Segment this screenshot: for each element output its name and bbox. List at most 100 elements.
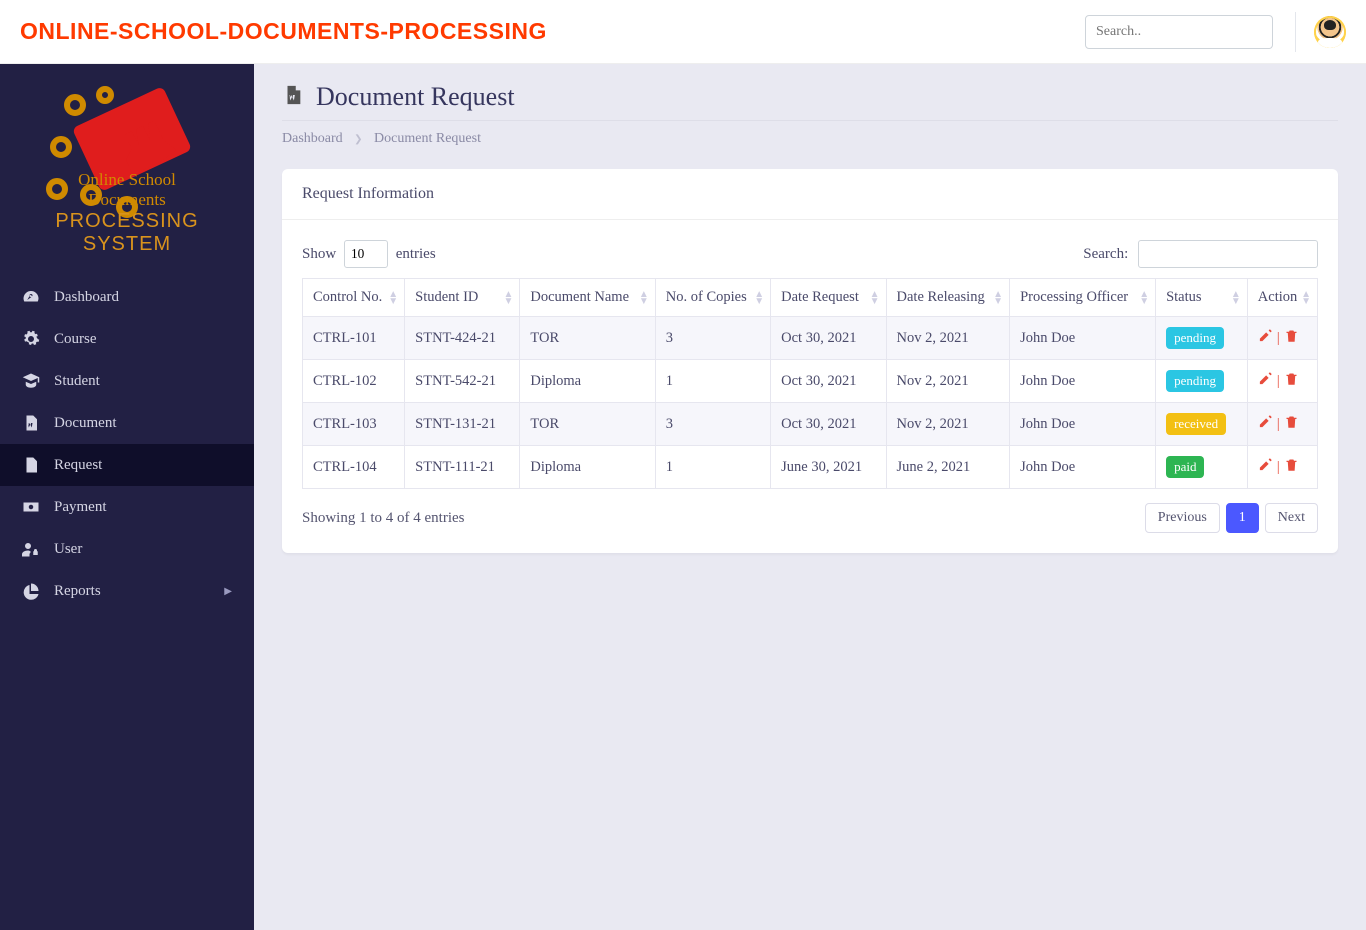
- table-cell: CTRL-102: [303, 360, 405, 403]
- column-header-label: Date Request: [781, 289, 859, 305]
- table-row: CTRL-103STNT-131-21TOR3Oct 30, 2021Nov 2…: [303, 403, 1318, 446]
- table-cell: Diploma: [520, 446, 655, 489]
- table-cell: John Doe: [1010, 360, 1156, 403]
- length-prefix: Show: [302, 246, 336, 262]
- column-header[interactable]: Processing Officer▲▼: [1010, 279, 1156, 317]
- sidebar-logo: Online School Documents PROCESSING SYSTE…: [0, 76, 254, 276]
- table-cell: CTRL-103: [303, 403, 405, 446]
- length-input[interactable]: [344, 240, 388, 268]
- table-cell: John Doe: [1010, 446, 1156, 489]
- sidebar-item-document[interactable]: Document: [0, 402, 254, 444]
- pagination-page-1[interactable]: 1: [1226, 503, 1259, 533]
- edit-icon[interactable]: [1258, 328, 1273, 348]
- table-row: CTRL-102STNT-542-21Diploma1Oct 30, 2021N…: [303, 360, 1318, 403]
- table-cell: 1: [655, 446, 770, 489]
- table-cell: Nov 2, 2021: [886, 360, 1010, 403]
- table-cell: Oct 30, 2021: [771, 403, 886, 446]
- sidebar-item-label: User: [54, 541, 82, 558]
- breadcrumb-current: Document Request: [374, 131, 481, 146]
- sidebar-item-label: Dashboard: [54, 289, 119, 306]
- table-row: CTRL-101STNT-424-21TOR3Oct 30, 2021Nov 2…: [303, 317, 1318, 360]
- column-header[interactable]: Status▲▼: [1156, 279, 1248, 317]
- card-title: Request Information: [282, 169, 1338, 220]
- money-icon: [22, 498, 40, 516]
- sidebar-item-payment[interactable]: Payment: [0, 486, 254, 528]
- status-badge: pending: [1166, 370, 1224, 392]
- status-cell: received: [1156, 403, 1248, 446]
- global-search-input[interactable]: [1085, 15, 1273, 49]
- breadcrumb-root[interactable]: Dashboard: [282, 131, 343, 146]
- status-badge: received: [1166, 413, 1226, 435]
- delete-icon[interactable]: [1284, 457, 1299, 477]
- sidebar-item-label: Payment: [54, 499, 107, 516]
- sort-icon: ▲▼: [1231, 291, 1241, 305]
- logo-text-line2: PROCESSING SYSTEM: [42, 210, 212, 256]
- table-length-control: Show entries: [302, 240, 436, 268]
- table-cell: STNT-424-21: [405, 317, 520, 360]
- delete-icon[interactable]: [1284, 371, 1299, 391]
- column-header[interactable]: Control No.▲▼: [303, 279, 405, 317]
- action-cell: |: [1247, 403, 1317, 446]
- edit-icon[interactable]: [1258, 457, 1273, 477]
- main-content: Document Request Dashboard ❯ Document Re…: [254, 64, 1366, 930]
- table-cell: Oct 30, 2021: [771, 360, 886, 403]
- table-cell: John Doe: [1010, 317, 1156, 360]
- request-card: Request Information Show entries Search:: [282, 169, 1338, 553]
- sidebar-item-label: Course: [54, 331, 97, 348]
- sidebar-item-label: Document: [54, 415, 116, 432]
- column-header[interactable]: Document Name▲▼: [520, 279, 655, 317]
- table-cell: Nov 2, 2021: [886, 317, 1010, 360]
- sort-icon: ▲▼: [754, 291, 764, 305]
- table-cell: CTRL-104: [303, 446, 405, 489]
- column-header[interactable]: Date Request ▲▼: [771, 279, 886, 317]
- table-cell: STNT-131-21: [405, 403, 520, 446]
- sidebar-item-request[interactable]: Request: [0, 444, 254, 486]
- topbar-divider: [1295, 12, 1296, 52]
- sort-icon: ▲▼: [993, 291, 1003, 305]
- pagination-next[interactable]: Next: [1265, 503, 1318, 533]
- brand-title: ONLINE-SCHOOL-DOCUMENTS-PROCESSING: [20, 18, 547, 45]
- column-header-label: Student ID: [415, 289, 478, 305]
- pagination-prev[interactable]: Previous: [1145, 503, 1220, 533]
- users-lock-icon: [22, 540, 40, 558]
- sidebar-item-student[interactable]: Student: [0, 360, 254, 402]
- status-cell: pending: [1156, 360, 1248, 403]
- sort-icon: ▲▼: [870, 291, 880, 305]
- delete-icon[interactable]: [1284, 414, 1299, 434]
- table-search-input[interactable]: [1138, 240, 1318, 268]
- column-header-label: Date Releasing: [897, 289, 985, 305]
- delete-icon[interactable]: [1284, 328, 1299, 348]
- table-cell: STNT-111-21: [405, 446, 520, 489]
- sidebar-item-user[interactable]: User: [0, 528, 254, 570]
- action-divider: |: [1277, 330, 1280, 347]
- edit-icon[interactable]: [1258, 414, 1273, 434]
- sidebar-item-course[interactable]: Course: [0, 318, 254, 360]
- action-divider: |: [1277, 416, 1280, 433]
- table-cell: TOR: [520, 403, 655, 446]
- file-icon: [22, 456, 40, 474]
- table-search-control: Search:: [1083, 240, 1318, 268]
- sidebar-item-dashboard[interactable]: Dashboard: [0, 276, 254, 318]
- column-header-label: Document Name: [530, 289, 629, 305]
- column-header[interactable]: Date Releasing ▲▼: [886, 279, 1010, 317]
- table-cell: 3: [655, 403, 770, 446]
- table-cell: TOR: [520, 317, 655, 360]
- user-avatar[interactable]: [1314, 16, 1346, 48]
- column-header[interactable]: Action▲▼: [1247, 279, 1317, 317]
- table-cell: June 2, 2021: [886, 446, 1010, 489]
- file-word-icon: [22, 414, 40, 432]
- column-header[interactable]: Student ID▲▼: [405, 279, 520, 317]
- action-divider: |: [1277, 459, 1280, 476]
- sidebar: Online School Documents PROCESSING SYSTE…: [0, 64, 254, 930]
- sidebar-item-label: Request: [54, 457, 102, 474]
- table-info: Showing 1 to 4 of 4 entries: [302, 510, 465, 527]
- column-header[interactable]: No. of Copies▲▼: [655, 279, 770, 317]
- edit-icon[interactable]: [1258, 371, 1273, 391]
- table-cell: CTRL-101: [303, 317, 405, 360]
- action-cell: |: [1247, 446, 1317, 489]
- table-row: CTRL-104STNT-111-21Diploma1June 30, 2021…: [303, 446, 1318, 489]
- sidebar-item-reports[interactable]: Reports ▶: [0, 570, 254, 612]
- table-cell: STNT-542-21: [405, 360, 520, 403]
- logo-text-line1: Online School Documents: [42, 170, 212, 210]
- table-cell: 3: [655, 317, 770, 360]
